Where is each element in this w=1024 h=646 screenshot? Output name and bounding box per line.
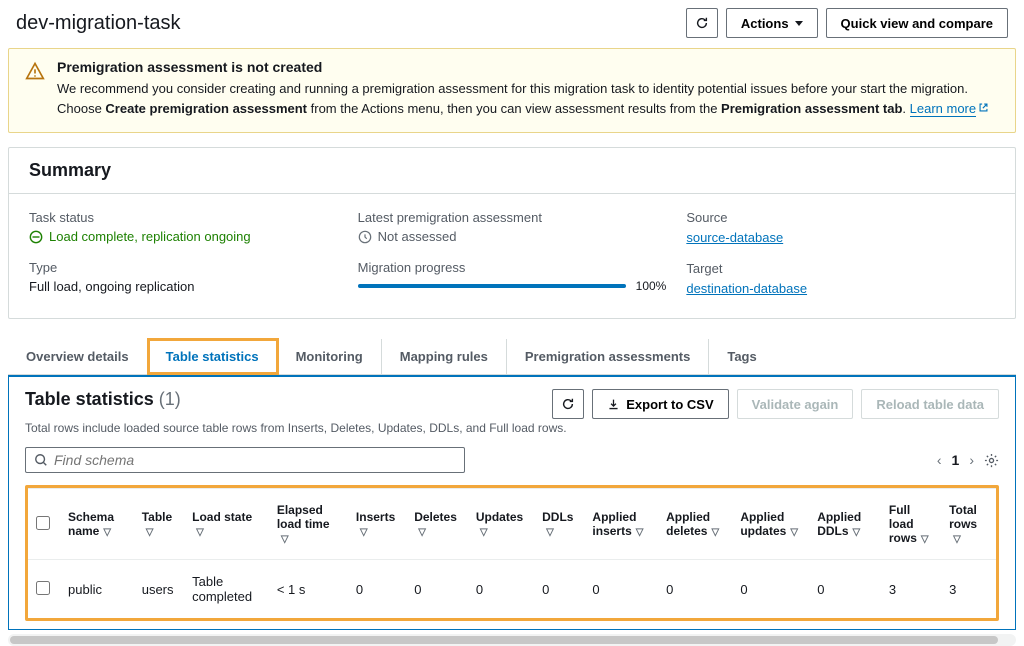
col-fullload[interactable]: Full load rows▽ xyxy=(881,489,941,560)
col-a-ddls[interactable]: Applied DDLs▽ xyxy=(809,489,881,560)
validate-again-button[interactable]: Validate again xyxy=(737,389,854,419)
tab-overview[interactable]: Overview details xyxy=(8,339,148,374)
row-checkbox[interactable] xyxy=(36,581,50,595)
type-label: Type xyxy=(29,260,338,275)
stats-table-highlight: Schema name▽ Table▽ Load state▽ Elapsed … xyxy=(25,485,999,621)
actions-label: Actions xyxy=(741,16,789,31)
tab-mapping-rules[interactable]: Mapping rules xyxy=(382,339,507,374)
col-elapsed[interactable]: Elapsed load time▽ xyxy=(269,489,348,560)
cell-deletes: 0 xyxy=(406,560,468,619)
target-label: Target xyxy=(686,261,995,276)
search-input[interactable] xyxy=(54,452,456,468)
refresh-icon xyxy=(561,397,575,411)
table-statistics-panel: Table statistics (1) Export to CSV Valid… xyxy=(8,375,1016,630)
alert-title: Premigration assessment is not created xyxy=(57,59,999,75)
task-status-value: Load complete, replication ongoing xyxy=(29,229,338,244)
cell-table: users xyxy=(134,560,184,619)
col-total[interactable]: Total rows▽ xyxy=(941,489,996,560)
status-ok-icon xyxy=(29,230,43,244)
cell-elapsed: < 1 s xyxy=(269,560,348,619)
cell-loadstate: Table completed xyxy=(184,560,269,619)
cell-fullload: 3 xyxy=(881,560,941,619)
progress-label: Migration progress xyxy=(358,260,667,275)
source-label: Source xyxy=(686,210,995,225)
title-actions: Actions Quick view and compare xyxy=(686,8,1008,38)
select-all-checkbox[interactable] xyxy=(36,516,50,530)
pager-prev[interactable]: ‹ xyxy=(937,452,942,468)
col-a-updates[interactable]: Applied updates▽ xyxy=(732,489,809,560)
stats-title: Table statistics (1) xyxy=(25,389,181,409)
reload-table-button[interactable]: Reload table data xyxy=(861,389,999,419)
export-csv-button[interactable]: Export to CSV xyxy=(592,389,728,419)
search-input-wrap[interactable] xyxy=(25,447,465,473)
target-link[interactable]: destination-database xyxy=(686,281,807,296)
download-icon xyxy=(607,398,620,411)
pager: ‹ 1 › xyxy=(937,452,999,468)
chevron-down-icon xyxy=(795,21,803,26)
warning-icon xyxy=(25,61,45,118)
tab-table-statistics[interactable]: Table statistics xyxy=(148,339,278,374)
tabs: Overview details Table statistics Monito… xyxy=(8,333,1016,375)
cell-schema: public xyxy=(60,560,134,619)
page-title: dev-migration-task xyxy=(16,12,181,35)
gear-icon[interactable] xyxy=(984,453,999,468)
actions-button[interactable]: Actions xyxy=(726,8,818,38)
summary-heading: Summary xyxy=(29,160,995,181)
progress-bar xyxy=(358,284,626,288)
cell-a-ddls: 0 xyxy=(809,560,881,619)
col-loadstate[interactable]: Load state▽ xyxy=(184,489,269,560)
cell-a-deletes: 0 xyxy=(658,560,732,619)
cell-inserts: 0 xyxy=(348,560,406,619)
table-row[interactable]: public users Table completed < 1 s 0 0 0… xyxy=(28,560,996,619)
cell-ddls: 0 xyxy=(534,560,584,619)
cell-updates: 0 xyxy=(468,560,534,619)
search-icon xyxy=(34,453,48,467)
summary-panel: Summary Task status Load complete, repli… xyxy=(8,147,1016,319)
type-value: Full load, ongoing replication xyxy=(29,279,338,294)
tab-monitoring[interactable]: Monitoring xyxy=(278,339,382,374)
clock-icon xyxy=(358,230,372,244)
quick-view-button[interactable]: Quick view and compare xyxy=(826,8,1008,38)
pager-current: 1 xyxy=(952,452,960,468)
tab-tags[interactable]: Tags xyxy=(709,339,774,374)
col-table[interactable]: Table▽ xyxy=(134,489,184,560)
refresh-stats-button[interactable] xyxy=(552,389,584,419)
progress-value: 100% xyxy=(636,279,667,293)
source-link[interactable]: source-database xyxy=(686,230,783,245)
tab-premigration-assessments[interactable]: Premigration assessments xyxy=(507,339,709,374)
external-link-icon xyxy=(978,99,989,119)
pager-next[interactable]: › xyxy=(969,452,974,468)
alert-body: We recommend you consider creating and r… xyxy=(57,79,999,118)
col-a-deletes[interactable]: Applied deletes▽ xyxy=(658,489,732,560)
cell-a-updates: 0 xyxy=(732,560,809,619)
assessment-value: Not assessed xyxy=(358,229,667,244)
col-ddls[interactable]: DDLs▽ xyxy=(534,489,584,560)
stats-table: Schema name▽ Table▽ Load state▽ Elapsed … xyxy=(28,488,996,618)
col-schema[interactable]: Schema name▽ xyxy=(60,489,134,560)
refresh-button[interactable] xyxy=(686,8,718,38)
learn-more-link[interactable]: Learn more xyxy=(910,101,976,117)
col-updates[interactable]: Updates▽ xyxy=(468,489,534,560)
warning-alert: Premigration assessment is not created W… xyxy=(8,48,1016,133)
col-deletes[interactable]: Deletes▽ xyxy=(406,489,468,560)
assessment-label: Latest premigration assessment xyxy=(358,210,667,225)
cell-total: 3 xyxy=(941,560,996,619)
col-inserts[interactable]: Inserts▽ xyxy=(348,489,406,560)
task-status-label: Task status xyxy=(29,210,338,225)
stats-subtitle: Total rows include loaded source table r… xyxy=(25,421,999,435)
refresh-icon xyxy=(695,16,709,30)
cell-a-inserts: 0 xyxy=(584,560,658,619)
col-a-inserts[interactable]: Applied inserts▽ xyxy=(584,489,658,560)
horizontal-scrollbar[interactable] xyxy=(8,634,1016,646)
